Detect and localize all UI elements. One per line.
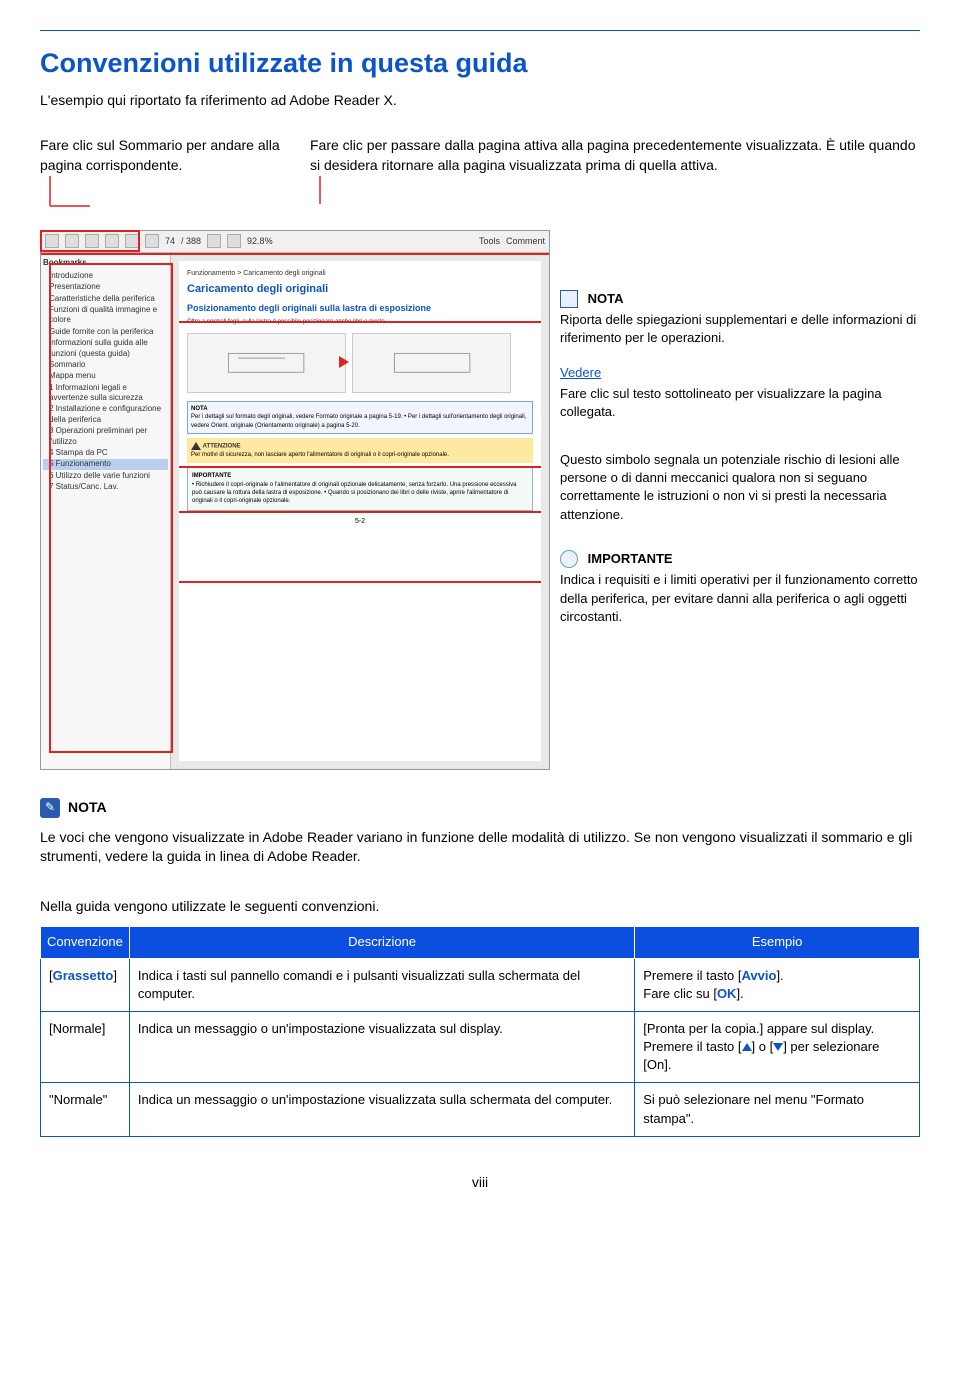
triangle-down-icon bbox=[773, 1043, 783, 1051]
bookmark-item[interactable]: Sommario bbox=[43, 360, 168, 370]
callout-right: Fare clic per passare dalla pagina attiv… bbox=[310, 136, 920, 175]
bookmark-item[interactable]: Caratteristiche della periferica bbox=[43, 294, 168, 304]
warning-body: Questo simbolo segnala un potenziale ris… bbox=[560, 451, 920, 524]
importante-body: Indica i requisiti e i limiti operativi … bbox=[560, 571, 920, 626]
intro-text: L'esempio qui riportato fa riferimento a… bbox=[40, 91, 920, 111]
page-title: Convenzioni utilizzate in questa guida bbox=[40, 45, 920, 83]
th-convenzione: Convenzione bbox=[41, 927, 130, 958]
bookmark-item[interactable]: 1 Informazioni legali e avvertenze sulla… bbox=[43, 383, 168, 404]
bookmark-item[interactable]: 3 Operazioni preliminari per l'utilizzo bbox=[43, 426, 168, 447]
table-row: [Grassetto] Indica i tasti sul pannello … bbox=[41, 958, 920, 1011]
bookmark-item[interactable]: 4 Stampa da PC bbox=[43, 448, 168, 458]
importante-title: IMPORTANTE bbox=[588, 550, 673, 568]
page-number: viii bbox=[40, 1173, 920, 1193]
nota-icon: ✎ bbox=[40, 798, 60, 818]
bookmarks-panel[interactable]: Bookmarks IntroduzionePresentazioneCarat… bbox=[41, 253, 171, 769]
table-row: "Normale" Indica un messaggio o un'impos… bbox=[41, 1083, 920, 1136]
bookmark-item[interactable]: Introduzione bbox=[43, 271, 168, 281]
nota-icon bbox=[560, 290, 578, 308]
nota-title: NOTA bbox=[588, 290, 624, 308]
importante-icon bbox=[560, 550, 578, 568]
triangle-up-icon bbox=[742, 1043, 752, 1051]
nota-title: NOTA bbox=[68, 798, 107, 818]
bookmark-item[interactable]: Mappa menu bbox=[43, 371, 168, 381]
bookmark-item[interactable]: 2 Installazione e configurazione della p… bbox=[43, 404, 168, 425]
vedere-body: Fare clic sul testo sottolineato per vis… bbox=[560, 385, 920, 421]
ss-page: Funzionamento > Caricamento degli origin… bbox=[179, 261, 541, 761]
bookmark-item[interactable]: Funzioni di qualità immagine e colore bbox=[43, 305, 168, 326]
toolbar: 74/ 388 92.8% Tools Comment bbox=[41, 231, 549, 253]
table-row: [Normale] Indica un messaggio o un'impos… bbox=[41, 1011, 920, 1083]
bookmark-item[interactable]: 7 Status/Canc. Lav. bbox=[43, 482, 168, 492]
conventions-intro: Nella guida vengono utilizzate le seguen… bbox=[40, 897, 920, 917]
th-esempio: Esempio bbox=[635, 927, 920, 958]
callout-left: Fare clic sul Sommario per andare alla p… bbox=[40, 136, 290, 175]
bookmark-item[interactable]: 6 Utilizzo delle varie funzioni bbox=[43, 471, 168, 481]
screenshot: 74/ 388 92.8% Tools Comment Bookmarks In… bbox=[40, 230, 550, 770]
bookmark-item[interactable]: 5 Funzionamento bbox=[43, 459, 168, 469]
vedere-link[interactable]: Vedere bbox=[560, 365, 601, 380]
nota-body: Le voci che vengono visualizzate in Adob… bbox=[40, 828, 920, 867]
conventions-table: Convenzione Descrizione Esempio [Grasset… bbox=[40, 926, 920, 1137]
nota-body: Riporta delle spiegazioni supplementari … bbox=[560, 311, 920, 347]
bookmark-item[interactable]: Informazioni sulla guida alle funzioni (… bbox=[43, 338, 168, 359]
th-descrizione: Descrizione bbox=[129, 927, 634, 958]
bookmark-item[interactable]: Guide fornite con la periferica bbox=[43, 327, 168, 337]
bookmark-item[interactable]: Presentazione bbox=[43, 282, 168, 292]
